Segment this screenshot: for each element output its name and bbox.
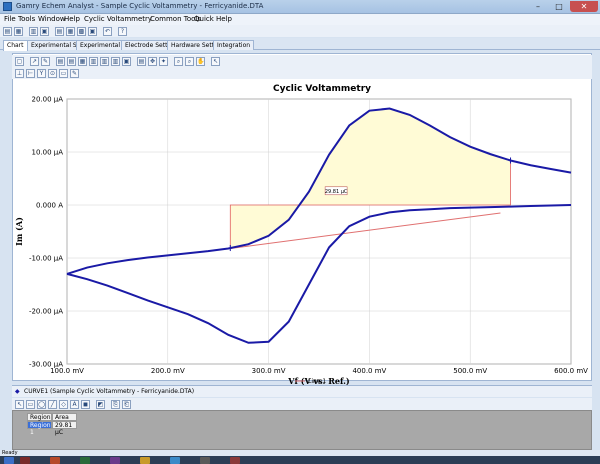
area-label: 29.81 µC [325,189,348,195]
column-header-region: Region [27,413,52,421]
curve-label: CURVE1 (Sample Cyclic Voltammetry - Ferr… [24,388,195,395]
task-app5-icon[interactable] [140,457,150,464]
line-tool-icon[interactable]: ╱ [48,399,57,409]
x-tick-label: 500.0 mV [453,367,487,375]
x-tick-label: 600.0 mV [554,367,588,375]
region-table: Region Area Region 1 29.81 µC [12,410,592,450]
task-app3-icon[interactable] [80,457,90,464]
region-table-header: Region Area [27,413,77,421]
y-tick-label: 0.000 A [36,202,63,210]
bottom-toolbar: ↖ ▭ ◯ ╱ ◇ A ◼ ◩ ⎘ ⎗ [12,398,592,410]
task-app8-icon[interactable] [230,457,240,464]
copy-tool-icon[interactable]: ⎘ [111,399,120,409]
plot-area [66,98,572,365]
area-cell[interactable]: 29.81 µC [52,421,77,436]
column-header-area: Area [52,413,77,421]
rect-tool-icon[interactable]: ▭ [26,399,35,409]
y-tick-label: 20.00 µA [31,96,63,104]
y-tick-label: -30.00 µA [29,361,63,369]
color-tool-icon[interactable]: ◼ [81,399,90,409]
arrow-tool-icon[interactable]: ↖ [15,399,24,409]
poly-tool-icon[interactable]: ◇ [59,399,68,409]
curve-header: ◆ CURVE1 (Sample Cyclic Voltammetry - Fe… [12,385,592,397]
table-row[interactable]: Region 1 29.81 µC [27,421,77,436]
task-app7-icon[interactable] [200,457,210,464]
legend-line1-label: Line 1 [308,378,326,385]
task-app2-icon[interactable] [50,457,60,464]
app-window: Gamry Echem Analyst - Sample Cyclic Volt… [0,0,600,464]
task-app4-icon[interactable] [110,457,120,464]
paste-tool-icon[interactable]: ⎗ [122,399,131,409]
taskbar [0,456,600,464]
region-cell[interactable]: Region 1 [27,421,52,436]
x-tick-label: 400.0 mV [352,367,386,375]
collapse-icon[interactable]: ◆ [15,386,20,398]
y-tick-label: -20.00 µA [29,308,63,316]
start-icon[interactable] [4,457,14,464]
task-app6-icon[interactable] [170,457,180,464]
x-tick-label: 300.0 mV [252,367,286,375]
ellipse-tool-icon[interactable]: ◯ [37,399,46,409]
x-tick-label: 200.0 mV [151,367,185,375]
y-tick-label: -10.00 µA [29,255,63,263]
y-axis-label: Im (A) [14,217,24,246]
text-tool-icon[interactable]: A [70,399,79,409]
task-app1-icon[interactable] [20,457,30,464]
y-tick-label: 10.00 µA [31,149,63,157]
fill-tool-icon[interactable]: ◩ [96,399,105,409]
